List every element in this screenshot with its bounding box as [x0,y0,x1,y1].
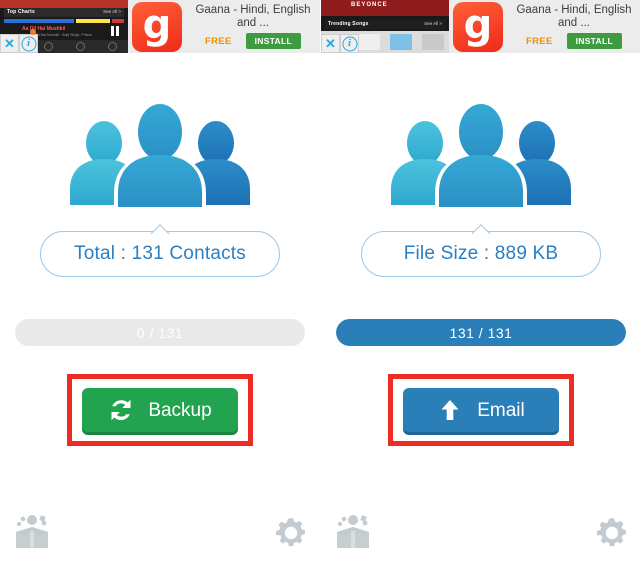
open-box-restore-icon[interactable] [331,513,375,553]
ad-thumb-tile-3 [385,31,417,53]
contacts-group-icon [381,97,581,209]
bottom-toolbar-left [0,503,320,563]
close-icon[interactable]: ✕ [321,34,340,53]
upload-arrow-icon [441,400,459,420]
backup-button[interactable]: Backup [82,388,238,432]
ad-thumb-band [0,0,128,8]
ad-thumb-tile-4 [417,31,449,53]
email-progress-bar: 131 / 131 [336,319,626,346]
total-contacts-bubble: Total : 131 Contacts [40,231,280,277]
backup-progress-text: 0 / 131 [136,324,184,341]
ad-thumbnail-left[interactable]: Top Charts See All > Aa Dil Hai Mushkil … [0,0,128,53]
bottom-toolbar-right [321,503,640,563]
backup-button-label: Backup [148,399,212,421]
ad-free-label: FREE [526,35,553,47]
gear-icon[interactable] [593,514,631,552]
dual-screenshot-container: Top Charts See All > Aa Dil Hai Mushkil … [0,0,640,563]
ad-thumb-song-title: Aa Dil Hai Mushkil [22,26,66,32]
file-size-bubble: File Size : 889 KB [361,231,601,277]
ad-controls-right: ✕ i [321,34,359,53]
panel-right: Trending Songs See All > BEYONCE ✕ i g G [320,0,640,563]
gear-icon[interactable] [272,514,310,552]
ad-thumb-stripe-yellow [76,19,110,23]
ad-body-left: Gaana - Hindi, English and ... FREE INST… [182,0,320,53]
backup-button-highlight: Backup [67,374,253,446]
ad-banner-right[interactable]: Trending Songs See All > BEYONCE ✕ i g G [321,0,640,53]
ad-thumb-see-all[interactable]: See All > [103,9,121,14]
ad-thumb-stripe-red [112,19,124,23]
ad-thumb-song-title: BEYONCE [351,2,388,8]
open-box-restore-icon[interactable] [10,513,54,553]
info-bubble-wrapper-left: Total : 131 Contacts [40,231,280,277]
email-button-label: Email [477,399,525,421]
install-button[interactable]: INSTALL [566,33,622,49]
ad-title: Gaana - Hindi, English and ... [516,4,632,29]
ad-thumbnail-right[interactable]: Trending Songs See All > BEYONCE ✕ i [321,0,449,53]
gaana-logo-letter: g [142,2,172,48]
gaana-app-logo: g [132,2,182,52]
sync-refresh-icon [111,399,131,421]
email-progress-text: 131 / 131 [449,324,513,341]
ad-controls-left: ✕ i [0,29,38,53]
ad-free-label: FREE [205,35,232,47]
total-contacts-text: Total : 131 Contacts [74,243,246,264]
pause-icon[interactable] [111,26,119,36]
gaana-logo-letter: g [463,2,493,48]
info-icon[interactable]: i [340,34,359,53]
ad-thumb-icon-3 [64,40,96,53]
ad-thumb-header-label: Trending Songs [328,21,369,27]
bubble-tail [471,223,491,234]
ad-thumb-see-all[interactable]: See All > [424,21,442,26]
bubble-tail [150,223,170,234]
gaana-app-logo: g [453,2,503,52]
ad-thumb-header-label: Top Charts [7,9,36,15]
file-size-text: File Size : 889 KB [403,243,559,264]
info-icon[interactable]: i [19,34,38,53]
ad-banner-left[interactable]: Top Charts See All > Aa Dil Hai Mushkil … [0,0,320,53]
ad-title: Gaana - Hindi, English and ... [195,4,311,29]
contacts-group-icon [60,97,260,209]
email-button-highlight: Email [388,374,574,446]
ad-notification-dot [30,29,36,35]
ad-thumb-icon-4 [96,40,128,53]
ad-cta-row: FREE INSTALL [511,33,637,49]
panel-left: Top Charts See All > Aa Dil Hai Mushkil … [0,0,320,563]
email-button[interactable]: Email [403,388,559,432]
close-icon[interactable]: ✕ [0,34,19,53]
ad-body-right: Gaana - Hindi, English and ... FREE INST… [503,0,640,53]
ad-thumb-stripe-blue [4,19,74,23]
backup-progress-bar: 0 / 131 [15,319,305,346]
install-button[interactable]: INSTALL [245,33,301,49]
ad-cta-row: FREE INSTALL [190,33,316,49]
info-bubble-wrapper-right: File Size : 889 KB [361,231,601,277]
